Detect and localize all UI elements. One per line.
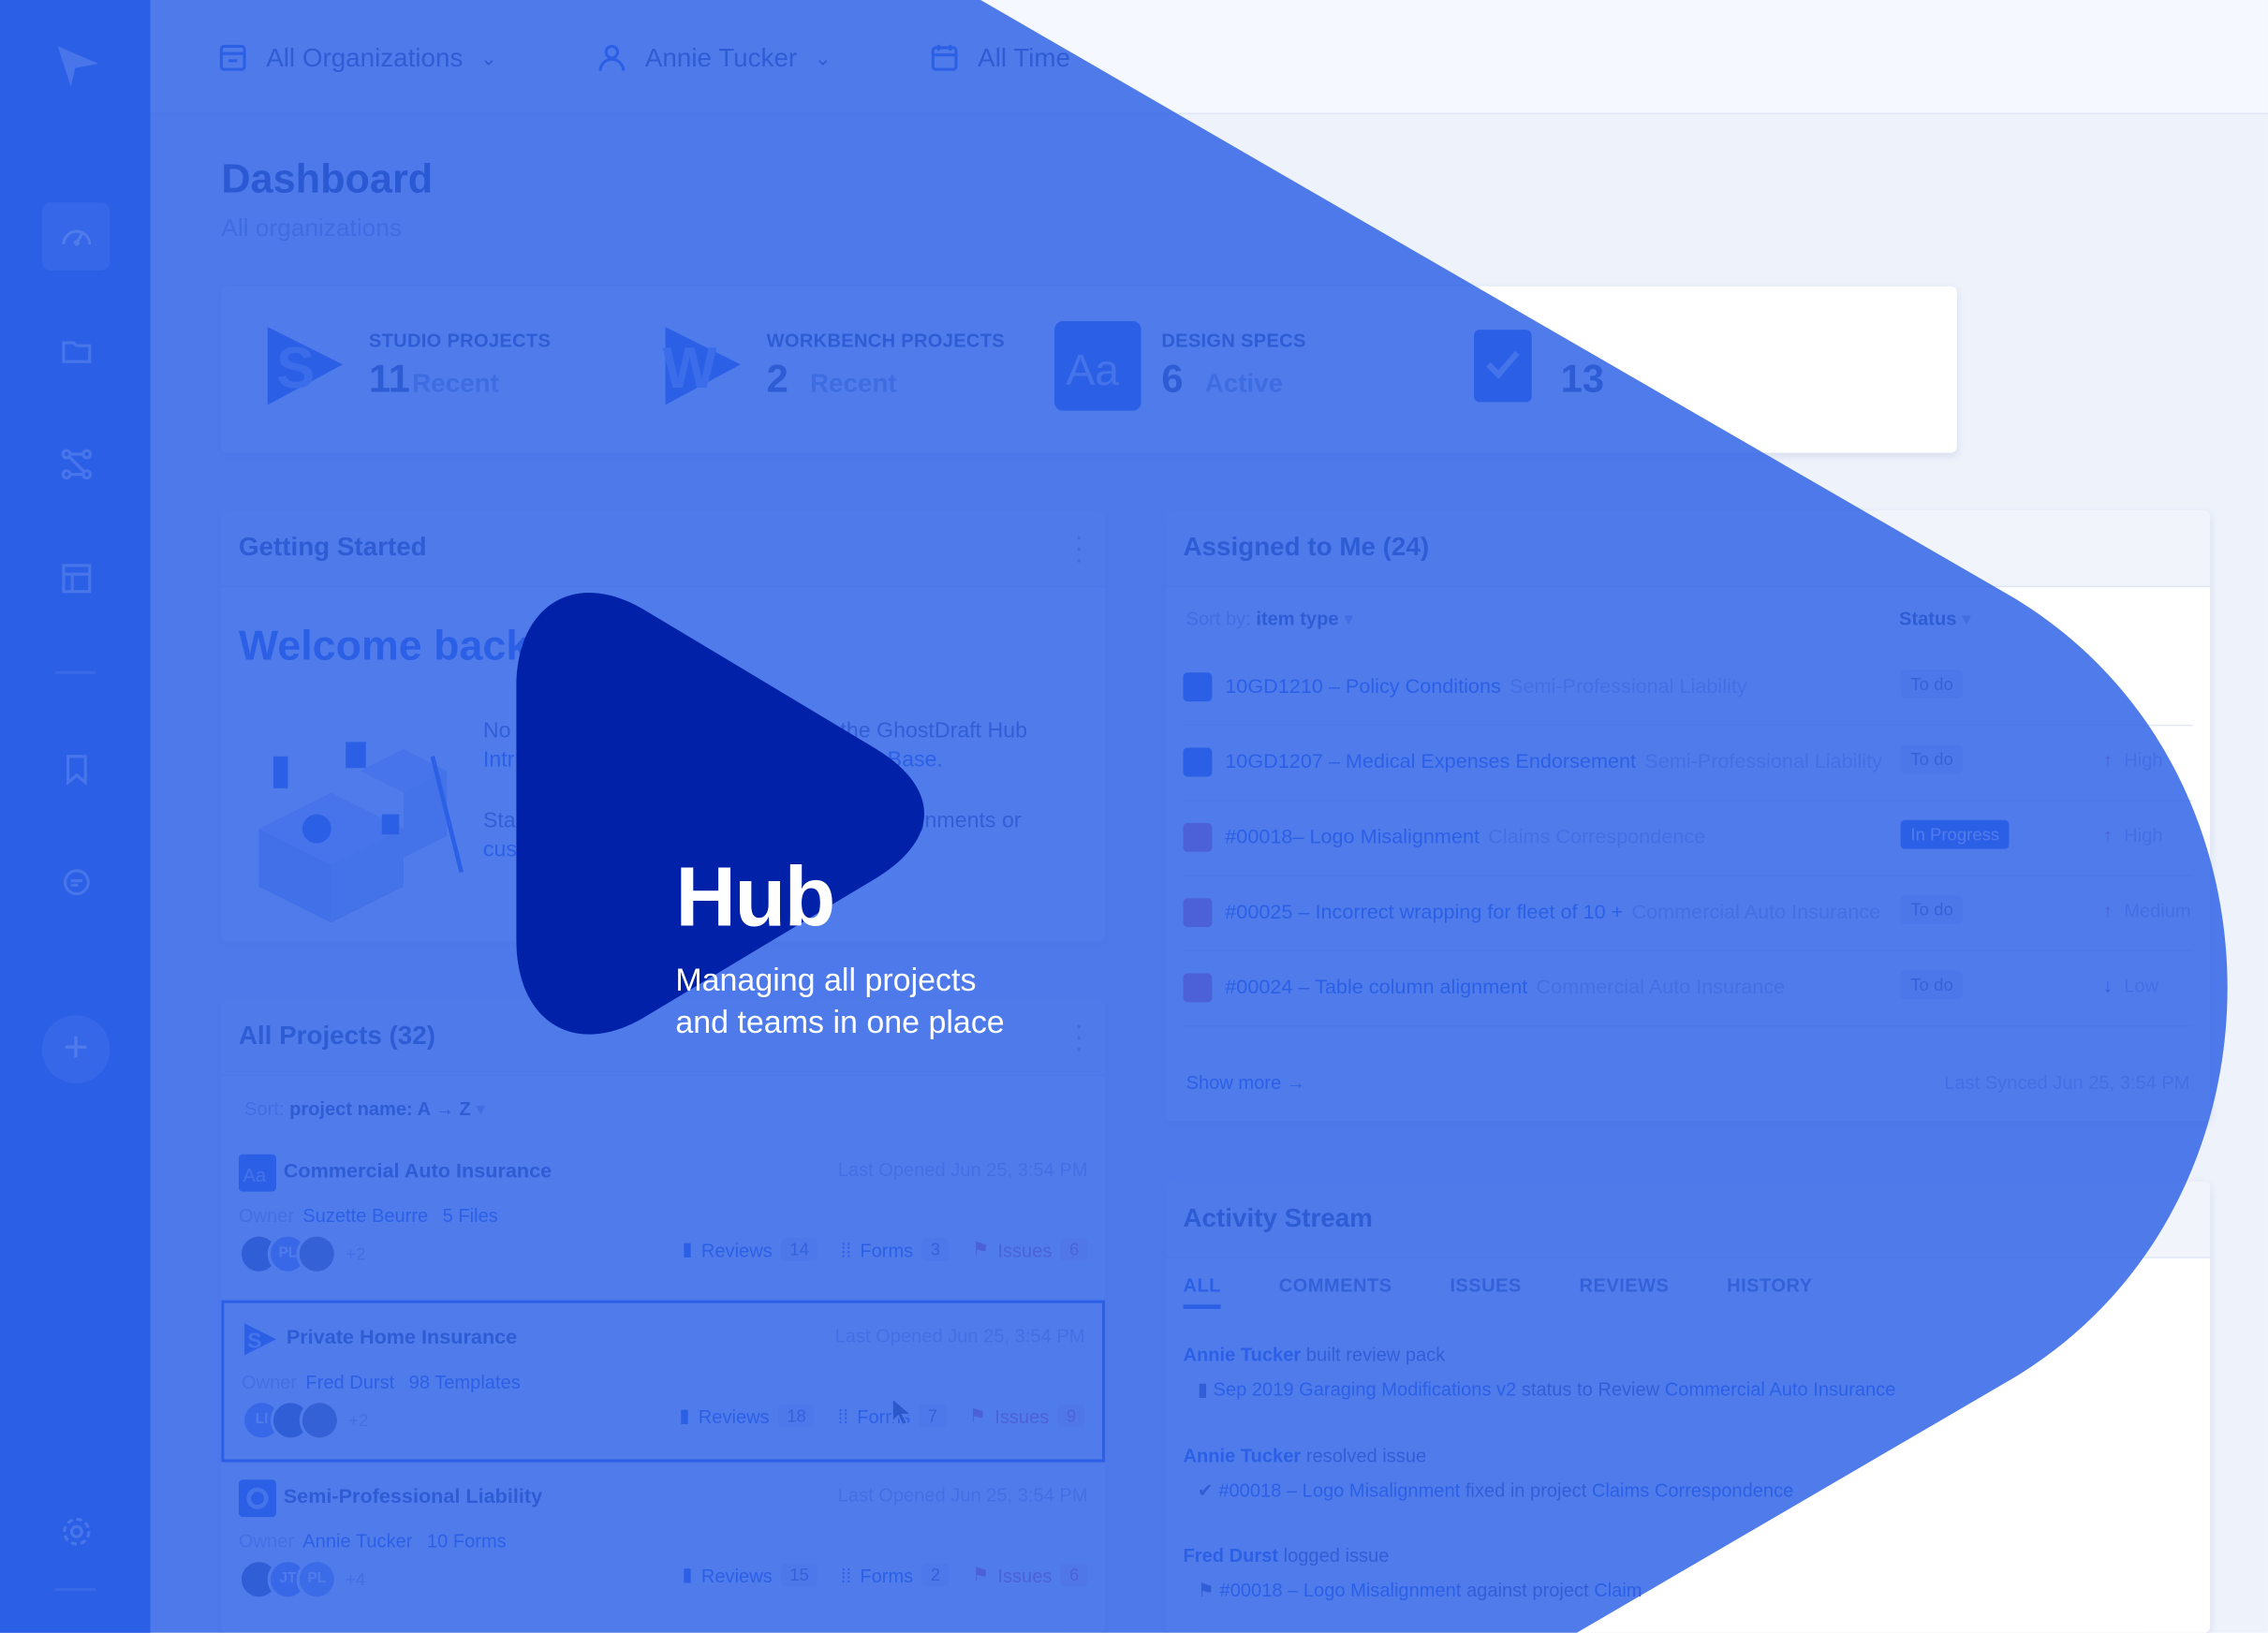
play-triangle-icon: [516, 593, 924, 1035]
hero-title: Hub: [675, 850, 835, 945]
hero-subtitle-line-2: and teams in one place: [675, 1003, 1005, 1040]
hero-subtitle: Managing all projects and teams in one p…: [675, 959, 1109, 1043]
hero-subtitle-line-1: Managing all projects: [675, 962, 977, 998]
hub-promo-banner: + All Organizations ⌄ Annie Tucker ⌄ All…: [0, 0, 2268, 1633]
